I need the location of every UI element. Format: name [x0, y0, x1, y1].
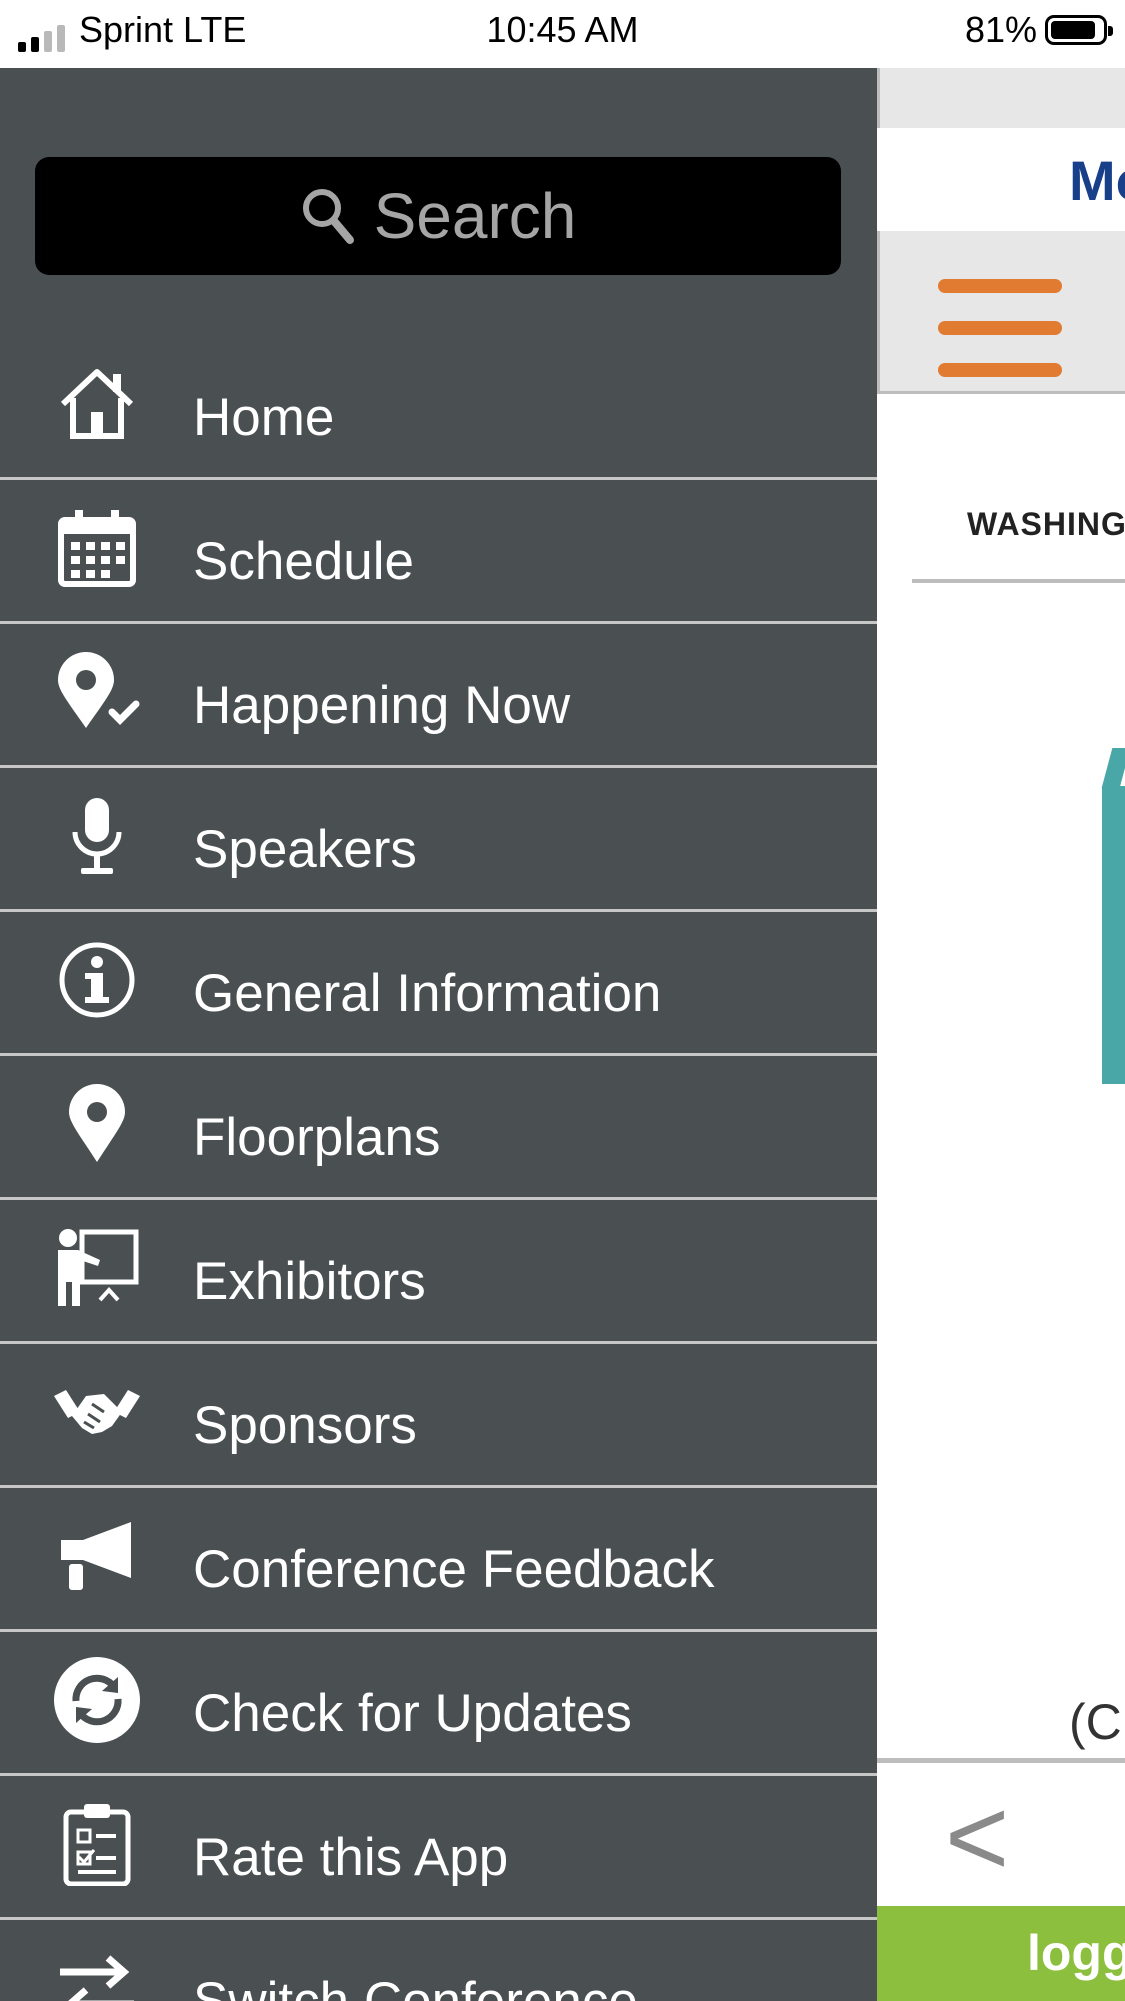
search-placeholder: Search — [373, 180, 577, 252]
megaphone-icon — [50, 1516, 144, 1596]
status-right: 81% — [964, 8, 1113, 52]
menu-item-general-information[interactable]: General Information — [0, 912, 877, 1056]
divider — [912, 579, 1125, 583]
menu-item-switch-conference[interactable]: Switch Conference — [0, 1920, 877, 2001]
menu-item-label: Check for Updates — [193, 1684, 632, 1743]
menu-item-exhibitors[interactable]: Exhibitors — [0, 1200, 877, 1344]
menu-item-rate-this-app[interactable]: Rate this App — [0, 1776, 877, 1920]
menu-item-label: Exhibitors — [193, 1252, 426, 1311]
building-graphic-top — [1101, 748, 1125, 788]
back-arrow-icon[interactable]: < — [945, 1773, 1009, 1903]
search-input[interactable]: Search — [35, 157, 841, 275]
menu-item-conference-feedback[interactable]: Conference Feedback — [0, 1488, 877, 1632]
menu-item-happening-now[interactable]: Happening Now — [0, 624, 877, 768]
menu-item-floorplans[interactable]: Floorplans — [0, 1056, 877, 1200]
app-heading: WASHING — [967, 506, 1125, 542]
menu-item-label: Floorplans — [193, 1108, 441, 1167]
menu-item-label: Switch Conference — [193, 1970, 638, 2001]
nav-menu: Home Schedule Happening Now Speakers Gen… — [0, 336, 877, 2001]
home-icon — [50, 364, 144, 444]
hamburger-menu-icon[interactable] — [938, 279, 1062, 379]
menu-item-schedule[interactable]: Schedule — [0, 480, 877, 624]
background-app: Mo WASHING (C < logg — [877, 68, 1125, 2001]
building-graphic — [1102, 786, 1125, 1084]
search-icon — [302, 189, 354, 244]
menu-item-label: Schedule — [193, 532, 415, 591]
handshake-icon — [50, 1372, 144, 1452]
login-status-bar: logg — [877, 1906, 1125, 2001]
battery-icon — [1045, 15, 1113, 45]
map-pin-icon — [50, 1084, 144, 1164]
login-status-text: logg — [1027, 1925, 1125, 1981]
battery-percent: 81% — [964, 9, 1037, 50]
menu-item-home[interactable]: Home — [0, 336, 877, 480]
app-title: Mo — [1069, 149, 1125, 212]
side-drawer: Search Home Schedule Happening Now Speak… — [0, 68, 877, 2001]
calendar-icon — [50, 508, 144, 588]
menu-item-sponsors[interactable]: Sponsors — [0, 1344, 877, 1488]
location-check-icon — [50, 652, 144, 732]
menu-item-check-for-updates[interactable]: Check for Updates — [0, 1632, 877, 1776]
app-caption-fragment: (C — [1069, 1694, 1122, 1750]
info-icon — [50, 940, 144, 1020]
menu-item-label: General Information — [193, 964, 662, 1023]
clipboard-checklist-icon — [50, 1804, 144, 1886]
menu-item-label: Rate this App — [193, 1828, 509, 1887]
microphone-icon — [50, 796, 144, 876]
menu-item-label: Happening Now — [193, 676, 571, 735]
app-top-strip — [877, 68, 1125, 128]
status-time: 10:45 AM — [486, 9, 639, 50]
swap-arrows-icon — [50, 1948, 144, 2001]
menu-item-label: Home — [193, 388, 335, 447]
menu-item-label: Speakers — [193, 820, 417, 879]
menu-item-label: Sponsors — [193, 1396, 417, 1455]
status-bar: Sprint LTE 10:45 AM 81% — [0, 0, 1125, 68]
refresh-icon — [50, 1657, 144, 1743]
presenter-board-icon — [50, 1228, 144, 1308]
menu-item-speakers[interactable]: Speakers — [0, 768, 877, 912]
menu-item-label: Conference Feedback — [193, 1540, 715, 1599]
app-toolbar — [877, 231, 1125, 394]
